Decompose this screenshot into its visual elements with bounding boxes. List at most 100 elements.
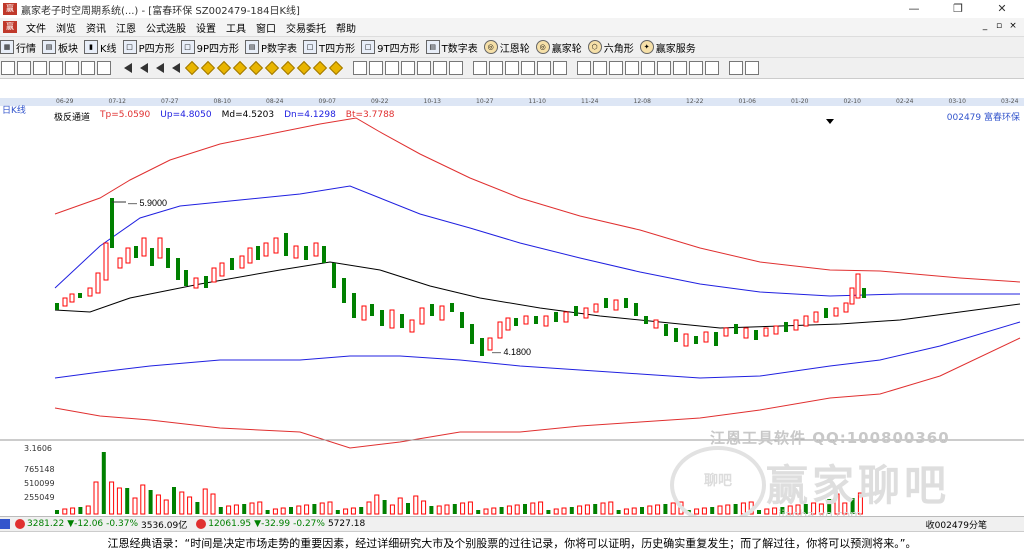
tool-hexagon[interactable]: ⬡ 六角形	[587, 40, 634, 55]
draw-tool-button[interactable]	[216, 60, 232, 76]
draw-tool-button[interactable]	[280, 60, 296, 76]
draw-tool-button[interactable]	[745, 61, 759, 75]
tool-service[interactable]: ✦ 赢家服务	[639, 40, 696, 55]
draw-tool-button[interactable]	[17, 61, 31, 75]
menu-browse[interactable]: 浏览	[51, 20, 81, 35]
draw-tool-button[interactable]	[232, 60, 248, 76]
wheel-icon: ◎	[483, 40, 498, 54]
candle	[653, 319, 659, 329]
tool-kline[interactable]: ▮ K线	[84, 40, 117, 55]
draw-tool-button[interactable]	[369, 61, 383, 75]
draw-tool-button[interactable]	[689, 61, 703, 75]
menu-settings[interactable]: 设置	[191, 20, 221, 35]
tool-p-table[interactable]: ▤ P数字表	[245, 40, 297, 55]
minimize-button[interactable]: —	[892, 0, 936, 18]
sh-index[interactable]: 3281.22 ▼-12.06 -0.37% 3536.09亿	[15, 518, 187, 531]
draw-tool-button[interactable]	[353, 61, 367, 75]
draw-tool-button[interactable]	[657, 61, 671, 75]
draw-tool-button[interactable]	[65, 61, 79, 75]
candle	[293, 245, 299, 259]
draw-tool-button[interactable]	[121, 61, 135, 75]
tool-t-table[interactable]: ▤ T数字表	[425, 40, 478, 55]
draw-tool-button[interactable]	[97, 61, 111, 75]
draw-tool-button[interactable]	[401, 61, 415, 75]
tool-9t-square[interactable]: □ 9T四方形	[361, 40, 420, 55]
draw-tool-button[interactable]	[505, 61, 519, 75]
sz-index[interactable]: 12061.95 ▼-32.99 -0.27% 5727.18	[196, 519, 365, 529]
draw-tool-button[interactable]	[593, 61, 607, 75]
table-icon: ▤	[425, 40, 440, 54]
tool-gann-wheel[interactable]: ◎ 江恩轮	[483, 40, 530, 55]
draw-tool-button[interactable]	[200, 60, 216, 76]
status-right[interactable]: 收002479分笔	[926, 518, 987, 531]
close-button[interactable]: ✕	[980, 0, 1024, 18]
menu-file[interactable]: 文件	[21, 20, 51, 35]
tool-quotes[interactable]: ▦ 行情	[0, 40, 36, 55]
candle	[62, 297, 68, 307]
draw-tool-button[interactable]	[577, 61, 591, 75]
volume-bar	[444, 504, 450, 515]
volume-bar	[335, 510, 340, 514]
candle	[69, 293, 75, 303]
draw-tool-button[interactable]	[184, 60, 200, 76]
status-menu-button[interactable]	[0, 519, 12, 529]
diamond-icon	[264, 60, 280, 76]
maximize-button[interactable]: ❐	[936, 0, 980, 18]
draw-tool-button[interactable]	[417, 61, 431, 75]
mdi-close-button[interactable]: ×	[1006, 18, 1020, 34]
draw-tool-button[interactable]	[625, 61, 639, 75]
mdi-restore-button[interactable]: ▫	[992, 18, 1006, 34]
tool-sectors[interactable]: ▤ 板块	[42, 40, 78, 55]
candle	[613, 299, 619, 311]
draw-tool-button[interactable]	[433, 61, 447, 75]
draw-tool-button[interactable]	[673, 61, 687, 75]
candle	[563, 311, 569, 323]
draw-tool-button[interactable]	[489, 61, 503, 75]
watermark-logo: 聊吧	[670, 446, 766, 524]
volume-bar	[280, 507, 286, 515]
draw-tool-button[interactable]	[137, 61, 151, 75]
draw-tool-button[interactable]	[312, 60, 328, 76]
draw-tool-button[interactable]	[449, 61, 463, 75]
volume-bar	[109, 481, 115, 515]
candle	[505, 317, 511, 331]
tool-winner-wheel[interactable]: ◎ 赢家轮	[535, 40, 582, 55]
menu-info[interactable]: 资讯	[81, 20, 111, 35]
draw-tool-button[interactable]	[705, 61, 719, 75]
draw-tool-button[interactable]	[248, 60, 264, 76]
draw-tool-button[interactable]	[49, 61, 63, 75]
draw-tool-button[interactable]	[729, 61, 743, 75]
draw-tool-button[interactable]	[521, 61, 535, 75]
draw-tool-button[interactable]	[641, 61, 655, 75]
volume-bar	[155, 494, 161, 515]
tool-p-square[interactable]: □ P四方形	[122, 40, 175, 55]
draw-tool-button[interactable]	[169, 61, 183, 75]
draw-tool-button[interactable]	[1, 61, 15, 75]
menu-window[interactable]: 窗口	[251, 20, 281, 35]
menu-gann[interactable]: 江恩	[111, 20, 141, 35]
tool-9p-square[interactable]: □ 9P四方形	[180, 40, 239, 55]
draw-tool-button[interactable]	[473, 61, 487, 75]
draw-tool-button[interactable]	[553, 61, 567, 75]
draw-tool-button[interactable]	[81, 61, 95, 75]
draw-tool-button[interactable]	[296, 60, 312, 76]
draw-tool-button[interactable]	[264, 60, 280, 76]
draw-tool-button[interactable]	[385, 61, 399, 75]
volume-bar	[670, 502, 676, 515]
draw-tool-button[interactable]	[33, 61, 47, 75]
draw-tool-button[interactable]	[537, 61, 551, 75]
mdi-minimize-button[interactable]: _	[978, 18, 992, 34]
tool-t-square[interactable]: □ T四方形	[303, 40, 355, 55]
menu-help[interactable]: 帮助	[331, 20, 361, 35]
menu-tools[interactable]: 工具	[221, 20, 251, 35]
candle	[322, 246, 326, 263]
menu-formula[interactable]: 公式选股	[141, 20, 191, 35]
candle	[833, 307, 839, 317]
tool-icon	[385, 61, 399, 75]
draw-tool-button[interactable]	[328, 60, 344, 76]
draw-tool-button[interactable]	[609, 61, 623, 75]
menu-trade[interactable]: 交易委托	[281, 20, 331, 35]
draw-tool-button[interactable]	[153, 61, 167, 75]
tool-icon	[1, 61, 15, 75]
volume-bar	[608, 501, 614, 515]
